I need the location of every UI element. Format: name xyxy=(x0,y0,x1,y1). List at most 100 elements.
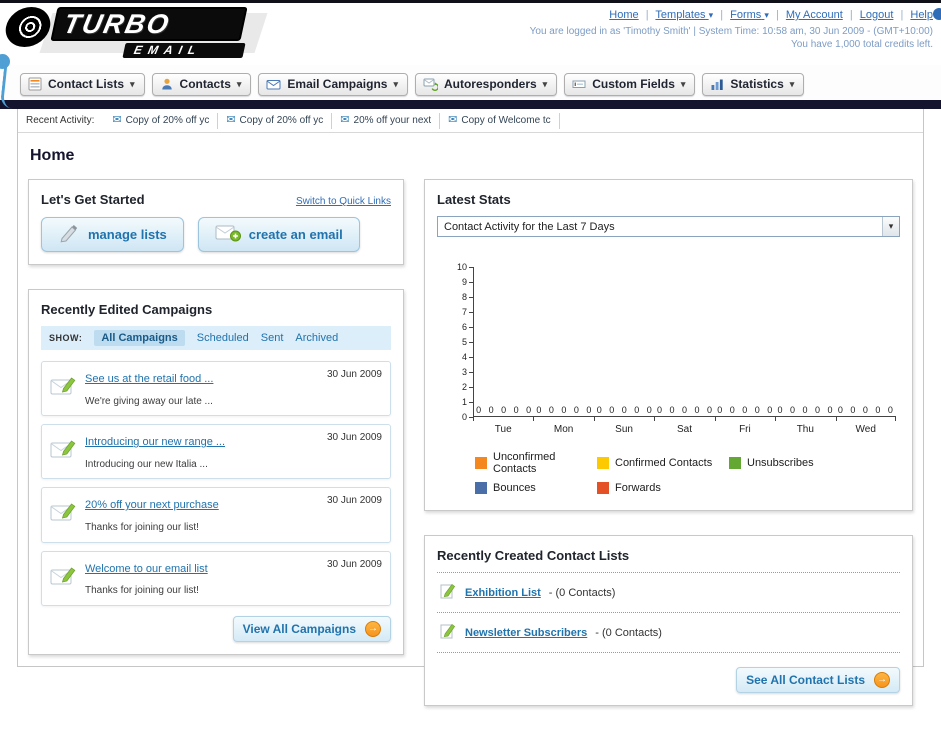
recent-activity-item[interactable]: ✉ Copy of 20% off yc xyxy=(104,112,219,129)
tab-email-campaigns[interactable]: Email Campaigns ▾ xyxy=(258,73,408,96)
top-link-help[interactable]: Help xyxy=(910,9,933,21)
filter-sent[interactable]: Sent xyxy=(261,332,284,344)
campaign-date: 30 Jun 2009 xyxy=(326,495,382,507)
tab-statistics[interactable]: Statistics ▾ xyxy=(702,73,805,96)
campaigns-filter-bar: SHOW: All Campaigns Scheduled Sent Archi… xyxy=(41,326,391,350)
manage-lists-button[interactable]: manage lists xyxy=(41,217,184,252)
new-email-icon xyxy=(215,223,241,246)
edit-list-icon xyxy=(439,622,457,643)
recent-activity-label: Recent Activity: xyxy=(26,115,95,126)
link-separator: | xyxy=(900,9,904,21)
top-link-my-account[interactable]: My Account xyxy=(786,9,843,21)
legend-swatch xyxy=(475,482,487,494)
campaign-row[interactable]: Introducing our new range ... Introducin… xyxy=(41,424,391,480)
campaign-date: 30 Jun 2009 xyxy=(326,369,382,380)
chart-legend: Unconfirmed Contacts Confirmed Contacts … xyxy=(475,451,847,494)
filter-archived[interactable]: Archived xyxy=(295,332,338,344)
arrow-right-icon: → xyxy=(874,672,890,688)
edit-campaign-icon xyxy=(50,501,76,528)
campaign-row[interactable]: Welcome to our email list Thanks for joi… xyxy=(41,550,391,606)
top-link-forms[interactable]: Forms ▾ xyxy=(730,9,769,21)
logo-text-email: EMAIL xyxy=(122,43,246,58)
filter-all-campaigns[interactable]: All Campaigns xyxy=(94,330,185,346)
get-started-panel: Let's Get Started Switch to Quick Links … xyxy=(28,179,404,265)
contact-lists-icon xyxy=(28,77,42,91)
link-separator: | xyxy=(720,9,724,21)
recently-created-contact-lists-panel: Recently Created Contact Lists Exhibitio… xyxy=(424,535,913,706)
tab-contacts[interactable]: Contacts ▾ xyxy=(151,73,252,96)
chart-value-labels: 0 0 0 0 0 xyxy=(656,405,713,415)
chevron-down-icon: ▾ xyxy=(882,217,899,236)
legend-item-forwards: Forwards xyxy=(597,482,729,494)
recently-edited-campaigns-panel: Recently Edited Campaigns SHOW: All Camp… xyxy=(28,289,404,655)
logo-text-turbo: TURBO xyxy=(50,7,248,41)
autoresponders-icon xyxy=(423,77,438,91)
envelope-icon: ✉ xyxy=(112,114,122,126)
recent-activity-bar: Recent Activity: ✉ Copy of 20% off yc ✉ … xyxy=(18,109,923,133)
chevron-down-icon: ▾ xyxy=(542,78,548,89)
tab-contact-lists[interactable]: Contact Lists ▾ xyxy=(20,73,145,96)
contact-list-item[interactable]: Exhibition List - (0 Contacts) xyxy=(437,573,900,613)
edit-campaign-icon xyxy=(50,438,76,465)
legend-item-confirmed: Confirmed Contacts xyxy=(597,451,729,475)
pencil-icon xyxy=(58,223,80,246)
campaigns-title: Recently Edited Campaigns xyxy=(41,302,213,317)
campaign-row[interactable]: See us at the retail food ... We're givi… xyxy=(41,361,391,417)
top-nav: Home | Templates ▾ | Forms ▾ | My Accoun… xyxy=(530,9,933,21)
see-all-contact-lists-button[interactable]: See All Contact Lists → xyxy=(736,667,900,693)
chart-value-labels: 0 0 0 0 0 xyxy=(717,405,774,415)
custom-fields-icon xyxy=(572,77,586,91)
top-link-logout[interactable]: Logout xyxy=(860,9,894,21)
site-header: TURBO EMAIL Home | Templates ▾ | Forms ▾… xyxy=(0,3,941,65)
legend-swatch xyxy=(475,457,487,469)
campaign-row[interactable]: 20% off your next purchase Thanks for jo… xyxy=(41,487,391,543)
recent-activity-item[interactable]: ✉ 20% off your next xyxy=(332,112,441,129)
decorative-dot-right xyxy=(933,8,941,20)
envelope-icon: ✉ xyxy=(226,114,236,126)
stats-filter-select[interactable]: Contact Activity for the Last 7 Days ▾ xyxy=(437,216,900,237)
stats-chart: 10 9 8 7 6 5 4 3 2 1 0 0 0 0 0 0 0 0 0 0… xyxy=(447,262,896,435)
get-started-title: Let's Get Started xyxy=(41,192,145,207)
envelope-icon: ✉ xyxy=(448,114,458,126)
show-label: SHOW: xyxy=(49,333,83,343)
arrow-right-icon: → xyxy=(365,620,381,637)
chevron-down-icon: ▾ xyxy=(708,10,714,20)
chart-value-labels: 0 0 0 0 0 xyxy=(476,405,533,415)
latest-stats-panel: Latest Stats Contact Activity for the La… xyxy=(424,179,913,511)
main-nav-tabs: Contact Lists ▾ Contacts ▾ Email Campaig… xyxy=(0,65,941,100)
legend-swatch xyxy=(597,457,609,469)
legend-swatch xyxy=(597,482,609,494)
legend-item-unsubscribes: Unsubscribes xyxy=(729,451,847,475)
recent-activity-item[interactable]: ✉ Copy of 20% off yc xyxy=(218,112,333,129)
page-title: Home xyxy=(30,147,75,164)
edit-list-icon xyxy=(439,582,457,603)
top-link-home[interactable]: Home xyxy=(609,9,638,21)
link-separator: | xyxy=(775,9,779,21)
top-link-templates[interactable]: Templates ▾ xyxy=(655,9,713,21)
chart-value-labels: 0 0 0 0 0 xyxy=(536,405,593,415)
contact-lists-title: Recently Created Contact Lists xyxy=(437,548,900,573)
view-all-campaigns-button[interactable]: View All Campaigns → xyxy=(232,615,391,642)
recent-activity-item[interactable]: ✉ Copy of Welcome tc xyxy=(440,112,560,129)
chart-value-labels: 0 0 0 0 0 xyxy=(596,405,653,415)
chart-value-labels: 0 0 0 0 0 xyxy=(837,405,894,415)
chart-value-labels: 0 0 0 0 0 xyxy=(777,405,834,415)
switch-quick-links-link[interactable]: Switch to Quick Links xyxy=(296,196,391,207)
legend-swatch xyxy=(729,457,741,469)
contact-list-item[interactable]: Newsletter Subscribers - (0 Contacts) xyxy=(437,613,900,653)
create-email-button[interactable]: create an email xyxy=(197,217,360,252)
x-tick-label: Mon xyxy=(533,417,593,435)
legend-item-unconfirmed: Unconfirmed Contacts xyxy=(475,451,597,475)
credits-info: You have 1,000 total credits left. xyxy=(791,39,933,50)
edit-campaign-icon xyxy=(50,375,76,402)
filter-scheduled[interactable]: Scheduled xyxy=(197,332,249,344)
edit-campaign-icon xyxy=(50,565,76,592)
x-tick-label: Wed xyxy=(835,417,896,435)
campaign-date: 30 Jun 2009 xyxy=(326,432,382,444)
tab-custom-fields[interactable]: Custom Fields ▾ xyxy=(564,73,696,96)
login-info: You are logged in as 'Timothy Smith' | S… xyxy=(529,26,933,37)
link-separator: | xyxy=(849,9,853,21)
x-tick-label: Sat xyxy=(654,417,714,435)
email-campaigns-icon xyxy=(266,78,281,91)
tab-autoresponders[interactable]: Autoresponders ▾ xyxy=(414,73,558,96)
